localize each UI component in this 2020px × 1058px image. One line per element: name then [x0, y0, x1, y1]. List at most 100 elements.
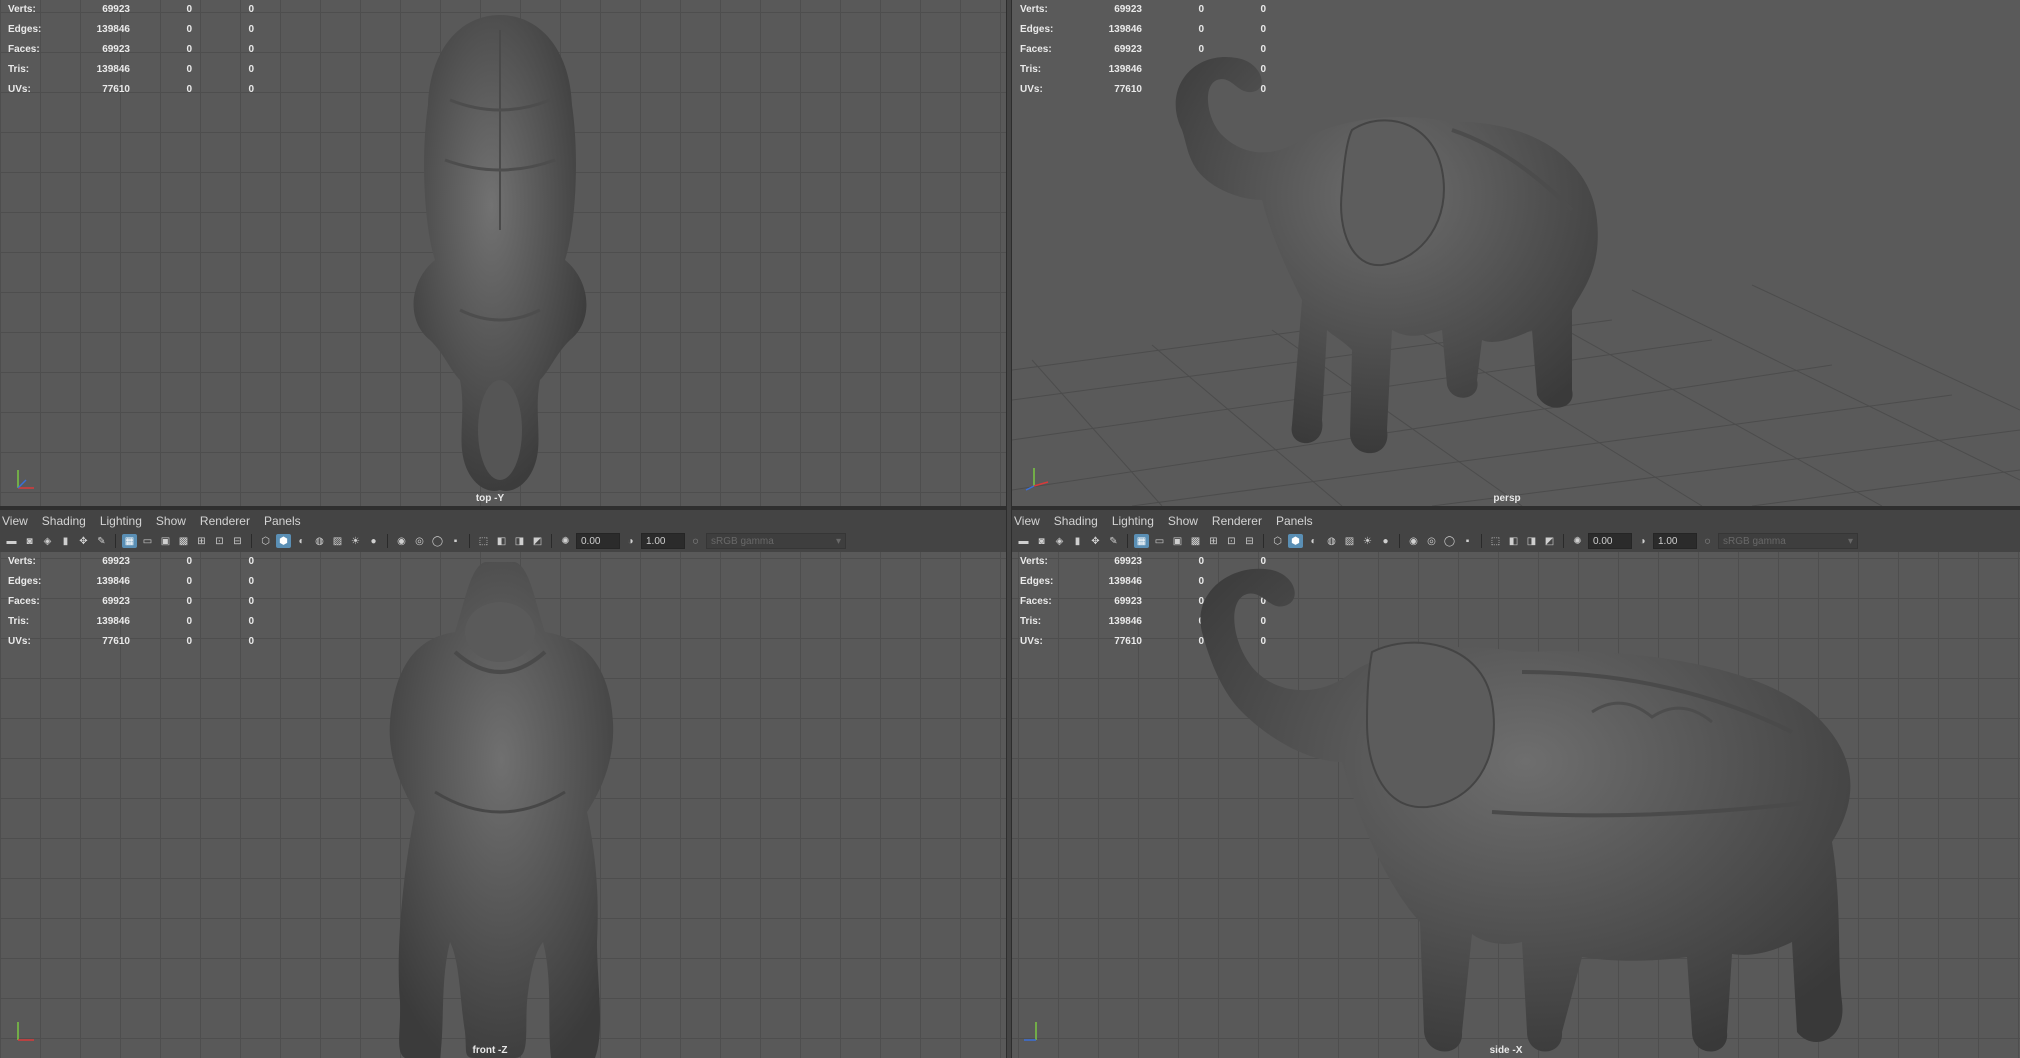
- gate-mask-icon[interactable]: ▩: [176, 534, 191, 548]
- smooth-shade-icon[interactable]: ⬢: [276, 534, 291, 548]
- view-transform-value: sRGB gamma: [1723, 535, 1786, 547]
- exposure-field[interactable]: 0.00: [576, 533, 620, 549]
- xray-active-components-icon[interactable]: ◧: [1506, 534, 1521, 548]
- camera-attributes-icon[interactable]: ◙: [22, 534, 37, 548]
- xray-joints-icon[interactable]: ◨: [512, 534, 527, 548]
- isolate-select-icon[interactable]: ▪: [1460, 534, 1475, 548]
- grease-pencil-icon[interactable]: ✎: [94, 534, 109, 548]
- hud-label: Edges:: [8, 576, 42, 587]
- menu-renderer[interactable]: Renderer: [1212, 514, 1262, 530]
- gamma-field[interactable]: 1.00: [1653, 533, 1697, 549]
- menu-shading[interactable]: Shading: [42, 514, 86, 530]
- elephant-model-front[interactable]: [365, 562, 635, 1058]
- safe-title-icon[interactable]: ⊟: [1242, 534, 1257, 548]
- menu-panels[interactable]: Panels: [1276, 514, 1313, 530]
- hud-label: Verts:: [1020, 4, 1048, 15]
- menu-lighting[interactable]: Lighting: [1112, 514, 1154, 530]
- film-gate-icon[interactable]: ▭: [1152, 534, 1167, 548]
- panel-icon-toolbar: ▬ ◙ ◈ ▮ ✥ ✎ ▦ ▭ ▣ ▩ ⊞ ⊡ ⊟ ⬡ ⬢ ◐ ◍ ▨ ☀ ● …: [4, 532, 1002, 550]
- hud-value: 139846: [96, 576, 130, 587]
- panel-toolbar-front: View Shading Lighting Show Renderer Pane…: [0, 510, 1006, 552]
- 2d-pan-icon[interactable]: ✥: [1088, 534, 1103, 548]
- menu-show[interactable]: Show: [156, 514, 186, 530]
- shadows-icon[interactable]: ☀: [348, 534, 363, 548]
- xray-joints-icon[interactable]: ◨: [1524, 534, 1539, 548]
- menu-view[interactable]: View: [1014, 514, 1040, 530]
- backface-culling-icon[interactable]: ◩: [1542, 534, 1557, 548]
- shadows-icon[interactable]: ☀: [1360, 534, 1375, 548]
- wireframe-on-shaded-icon[interactable]: ◐: [1306, 534, 1321, 548]
- elephant-model-top[interactable]: [390, 10, 610, 500]
- image-plane-icon[interactable]: ▮: [1070, 534, 1085, 548]
- viewport-front[interactable]: Verts: 69923 0 0 Edges: 139846 0 0 Faces: 69923…: [0, 552, 1006, 1058]
- menu-renderer[interactable]: Renderer: [200, 514, 250, 530]
- xray-icon[interactable]: ⬚: [1488, 534, 1503, 548]
- textured-icon[interactable]: ◍: [1324, 534, 1339, 548]
- use-all-lights-icon[interactable]: ▨: [330, 534, 345, 548]
- textured-icon[interactable]: ◍: [312, 534, 327, 548]
- color-management-icon[interactable]: ◌: [688, 534, 703, 548]
- smooth-shade-icon[interactable]: ⬢: [1288, 534, 1303, 548]
- menu-lighting[interactable]: Lighting: [100, 514, 142, 530]
- xray-active-components-icon[interactable]: ◧: [494, 534, 509, 548]
- hud-value: 139846: [96, 24, 130, 35]
- color-management-icon[interactable]: ◌: [1700, 534, 1715, 548]
- image-plane-icon[interactable]: ▮: [58, 534, 73, 548]
- panel-icon-toolbar: ▬ ◙ ◈ ▮ ✥ ✎ ▦ ▭ ▣ ▩ ⊞ ⊡ ⊟ ⬡ ⬢ ◐ ◍ ▨ ☀ ● …: [1016, 532, 2016, 550]
- camera-attributes-icon[interactable]: ◙: [1034, 534, 1049, 548]
- menu-view[interactable]: View: [2, 514, 28, 530]
- xray-icon[interactable]: ⬚: [476, 534, 491, 548]
- film-gate-icon[interactable]: ▭: [140, 534, 155, 548]
- resolution-gate-icon[interactable]: ▣: [1170, 534, 1185, 548]
- camera-select-icon[interactable]: ▬: [1016, 534, 1031, 548]
- ambient-occlusion-icon[interactable]: ●: [1378, 534, 1393, 548]
- motion-blur-icon[interactable]: ◉: [1406, 534, 1421, 548]
- grid-icon[interactable]: ▦: [1134, 534, 1149, 548]
- gamma-icon[interactable]: ◑: [1635, 534, 1650, 548]
- backface-culling-icon[interactable]: ◩: [530, 534, 545, 548]
- hud-value: 77610: [102, 84, 130, 95]
- gate-mask-icon[interactable]: ▩: [1188, 534, 1203, 548]
- exposure-icon[interactable]: ✺: [558, 534, 573, 548]
- safe-title-icon[interactable]: ⊟: [230, 534, 245, 548]
- grid-icon[interactable]: ▦: [122, 534, 137, 548]
- wireframe-icon[interactable]: ⬡: [1270, 534, 1285, 548]
- gamma-icon[interactable]: ◑: [623, 534, 638, 548]
- wireframe-on-shaded-icon[interactable]: ◐: [294, 534, 309, 548]
- safe-action-icon[interactable]: ⊡: [212, 534, 227, 548]
- viewport-top[interactable]: Verts: 69923 0 0 Edges: 139846 0 0 Faces: 69923…: [0, 0, 1006, 506]
- anti-aliasing-icon[interactable]: ◎: [1424, 534, 1439, 548]
- hud-value: 0: [186, 556, 192, 567]
- bookmark-icon[interactable]: ◈: [40, 534, 55, 548]
- hud-value: 0: [186, 636, 192, 647]
- menu-panels[interactable]: Panels: [264, 514, 301, 530]
- viewport-side[interactable]: Verts:6992300 Edges:13984600 Faces:69923…: [1012, 552, 2020, 1058]
- safe-action-icon[interactable]: ⊡: [1224, 534, 1239, 548]
- view-transform-dropdown[interactable]: sRGB gamma ▾: [1718, 533, 1858, 549]
- bookmark-icon[interactable]: ◈: [1052, 534, 1067, 548]
- view-transform-dropdown[interactable]: sRGB gamma ▾: [706, 533, 846, 549]
- wireframe-icon[interactable]: ⬡: [258, 534, 273, 548]
- grease-pencil-icon[interactable]: ✎: [1106, 534, 1121, 548]
- hud-value: 139846: [96, 616, 130, 627]
- field-chart-icon[interactable]: ⊞: [194, 534, 209, 548]
- elephant-model-persp[interactable]: [1152, 50, 1672, 470]
- elephant-model-side[interactable]: [1192, 562, 1872, 1058]
- 2d-pan-icon[interactable]: ✥: [76, 534, 91, 548]
- isolate-select-icon[interactable]: ▪: [448, 534, 463, 548]
- gamma-field[interactable]: 1.00: [641, 533, 685, 549]
- anti-aliasing-icon[interactable]: ◎: [412, 534, 427, 548]
- depth-of-field-icon[interactable]: ◯: [430, 534, 445, 548]
- exposure-icon[interactable]: ✺: [1570, 534, 1585, 548]
- motion-blur-icon[interactable]: ◉: [394, 534, 409, 548]
- camera-select-icon[interactable]: ▬: [4, 534, 19, 548]
- depth-of-field-icon[interactable]: ◯: [1442, 534, 1457, 548]
- use-all-lights-icon[interactable]: ▨: [1342, 534, 1357, 548]
- menu-show[interactable]: Show: [1168, 514, 1198, 530]
- ambient-occlusion-icon[interactable]: ●: [366, 534, 381, 548]
- exposure-field[interactable]: 0.00: [1588, 533, 1632, 549]
- resolution-gate-icon[interactable]: ▣: [158, 534, 173, 548]
- menu-shading[interactable]: Shading: [1054, 514, 1098, 530]
- viewport-persp[interactable]: Verts: 69923 0 0 Edges: 139846 0 0 Faces: 69923…: [1012, 0, 2020, 506]
- field-chart-icon[interactable]: ⊞: [1206, 534, 1221, 548]
